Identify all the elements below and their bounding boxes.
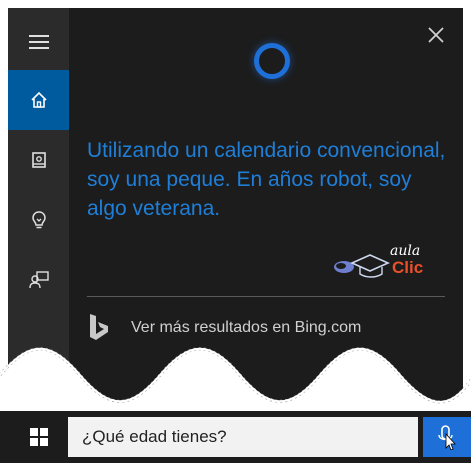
windows-logo-icon	[29, 428, 48, 446]
taskbar: ¿Qué edad tienes?	[0, 411, 471, 463]
menu-icon	[28, 35, 49, 49]
tips-button[interactable]	[8, 190, 69, 250]
notebook-button[interactable]	[8, 130, 69, 190]
menu-button[interactable]	[8, 12, 69, 72]
search-query-text: ¿Qué edad tienes?	[82, 427, 227, 446]
svg-text:aula: aula	[390, 243, 420, 259]
notebook-icon	[31, 152, 46, 168]
search-input[interactable]: ¿Qué edad tienes?	[68, 417, 418, 457]
start-button[interactable]	[8, 411, 69, 463]
lightbulb-icon	[31, 211, 46, 229]
close-icon	[428, 27, 444, 43]
feedback-button[interactable]	[8, 250, 69, 310]
home-button[interactable]	[8, 70, 69, 130]
cortana-answer-text: Utilizando un calendario convencional, s…	[87, 139, 446, 220]
microphone-icon	[438, 425, 456, 450]
microphone-button[interactable]	[423, 417, 471, 457]
home-icon	[30, 91, 47, 108]
svg-text:Clic: Clic	[392, 258, 423, 277]
close-button[interactable]	[421, 20, 451, 50]
separator	[87, 296, 445, 297]
feedback-icon	[28, 271, 49, 289]
cortana-ring-icon	[254, 43, 290, 79]
aulaclic-logo: aula Clic	[334, 243, 423, 278]
